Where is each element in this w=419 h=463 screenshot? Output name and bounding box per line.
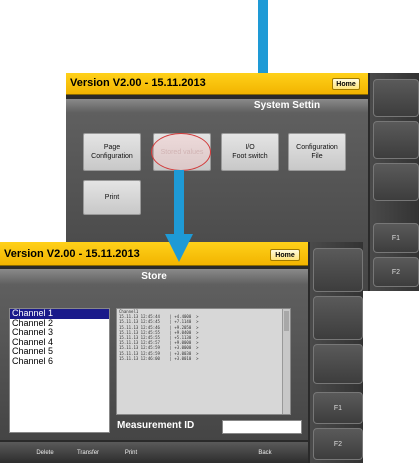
bottom-screen: Version V2.00 - 15.11.2013 Home Store Ch…	[0, 242, 363, 463]
bottom-version-text: Version V2.00 - 15.11.2013	[4, 248, 140, 260]
top-title-bar: Version V2.00 - 15.11.2013 Home	[66, 73, 368, 95]
configuration-file-tile[interactable]: Configuration File	[288, 133, 346, 171]
stored-values-table: Channel1 15.11.13 12:45:44 | +4.4000 > 1…	[116, 308, 291, 415]
bottom-side-button-2[interactable]	[313, 296, 363, 340]
bottom-panel-title: Store	[0, 269, 308, 285]
print-tile[interactable]: Print	[83, 180, 141, 215]
bottom-f2-button[interactable]: F2	[313, 428, 363, 460]
transfer-button[interactable]: Transfer	[70, 450, 106, 456]
bottom-title-bar: Version V2.00 - 15.11.2013 Home	[0, 242, 308, 266]
top-side-button-2[interactable]	[373, 121, 419, 159]
bottom-f1-button[interactable]: F1	[313, 392, 363, 424]
bottom-side-panel: F1 F2	[310, 242, 363, 463]
bottom-side-button-3[interactable]	[313, 344, 363, 384]
top-side-button-1[interactable]	[373, 79, 419, 117]
print-button[interactable]: Print	[116, 450, 146, 456]
channel-list: Channel 1 Channel 2 Channel 3 Channel 4 …	[9, 308, 110, 433]
top-f2-button[interactable]: F2	[373, 257, 419, 287]
channel-item-6[interactable]: Channel 6	[10, 356, 109, 367]
top-f1-button[interactable]: F1	[373, 223, 419, 253]
data-scrollbar[interactable]	[282, 309, 290, 414]
arrow-down-middle-shaft	[174, 170, 184, 236]
data-scroll-thumb[interactable]	[284, 311, 289, 331]
back-button[interactable]: Back	[250, 450, 280, 456]
arrow-down-middle-head	[165, 234, 193, 262]
bottom-button-bar: Delete Transfer Print Back	[0, 442, 308, 463]
measurement-id-input[interactable]	[222, 420, 302, 434]
data-row: 15.11.13 12:46:00 | +3.0010 >	[119, 355, 199, 361]
io-foot-switch-tile[interactable]: I/O Foot switch	[221, 133, 279, 171]
top-panel-title: System Settin	[66, 99, 368, 113]
bottom-side-button-1[interactable]	[313, 248, 363, 292]
top-version-text: Version V2.00 - 15.11.2013	[70, 77, 206, 89]
bottom-home-button[interactable]: Home	[270, 249, 300, 261]
top-side-button-3[interactable]	[373, 163, 419, 201]
measurement-id-label: Measurement ID	[117, 420, 195, 431]
page-configuration-tile[interactable]: Page Configuration	[83, 133, 141, 171]
top-home-button[interactable]: Home	[332, 78, 360, 90]
stored-values-highlight	[151, 133, 211, 171]
top-panel-title-text: System Settin	[253, 100, 321, 111]
delete-button[interactable]: Delete	[30, 450, 60, 456]
top-side-panel: F1 F2	[370, 73, 419, 291]
